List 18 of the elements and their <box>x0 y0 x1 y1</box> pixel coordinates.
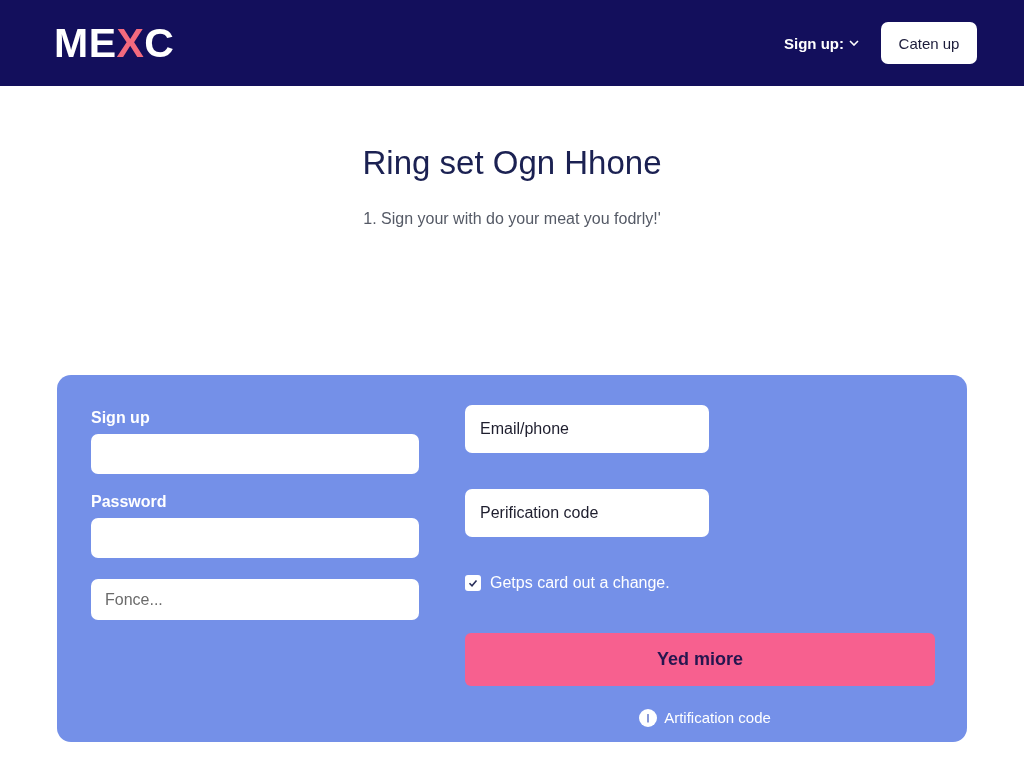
field-label: Password <box>91 492 167 512</box>
input-field[interactable]: Email/phone <box>465 405 709 453</box>
info-icon <box>639 709 658 727</box>
input-field[interactable] <box>91 434 419 474</box>
info-text: Artification code <box>664 708 771 728</box>
input-field[interactable]: Fonce... <box>91 579 419 620</box>
checkbox[interactable] <box>465 575 481 591</box>
field-label: Sign up <box>91 408 150 428</box>
page-title: Ring set Ogn Hhone <box>362 143 662 183</box>
submit-button[interactable]: Yed miore <box>465 633 935 686</box>
logo[interactable]: MEXC <box>54 22 175 64</box>
checkbox-label: Getps card out a change. <box>490 573 670 593</box>
chevron-down-icon <box>849 40 859 46</box>
input-field[interactable]: Perification code <box>465 489 709 537</box>
subtitle: 1. Sign your with do your meat you fodrly!' <box>363 209 661 229</box>
header-button[interactable]: Caten up <box>881 22 977 64</box>
sign-up-menu[interactable]: Sign up: <box>784 30 859 56</box>
input-field[interactable] <box>91 518 419 558</box>
